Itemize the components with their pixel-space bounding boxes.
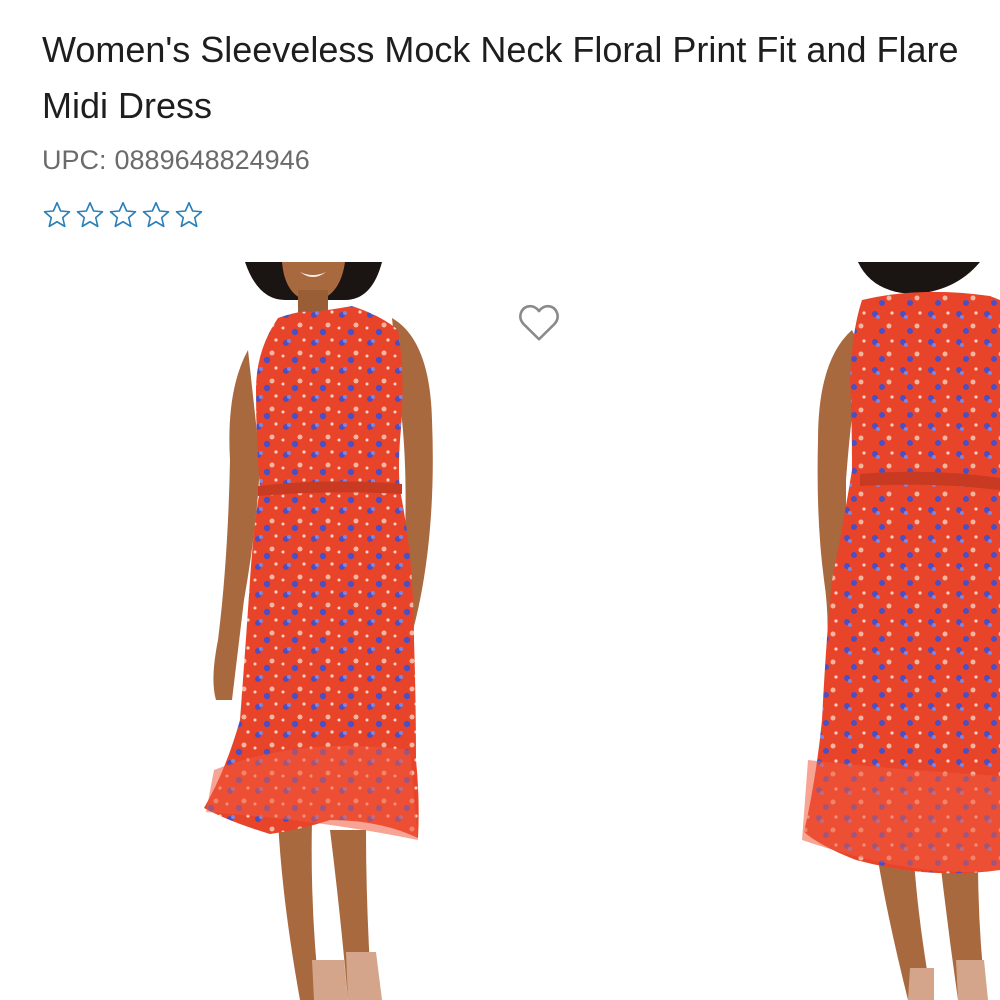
star-icon: [76, 201, 104, 228]
star-icon: [43, 201, 71, 228]
favorite-button[interactable]: [515, 300, 563, 344]
rating-stars[interactable]: [42, 200, 204, 230]
star-icon: [109, 201, 137, 228]
heart-outline-icon: [519, 304, 559, 341]
star-icon: [142, 201, 170, 228]
upc-row: UPC: 0889648824946: [42, 145, 310, 176]
product-title: Women's Sleeveless Mock Neck Floral Prin…: [42, 29, 959, 126]
product-page: Women's Sleeveless Mock Neck Floral Prin…: [0, 0, 1000, 1000]
product-image-gallery[interactable]: [0, 258, 1000, 1000]
upc-label: UPC:: [42, 145, 107, 175]
product-image-front[interactable]: [150, 258, 490, 1000]
product-image-back[interactable]: [790, 258, 1000, 1000]
star-icon: [175, 201, 203, 228]
upc-value: 0889648824946: [114, 145, 310, 175]
